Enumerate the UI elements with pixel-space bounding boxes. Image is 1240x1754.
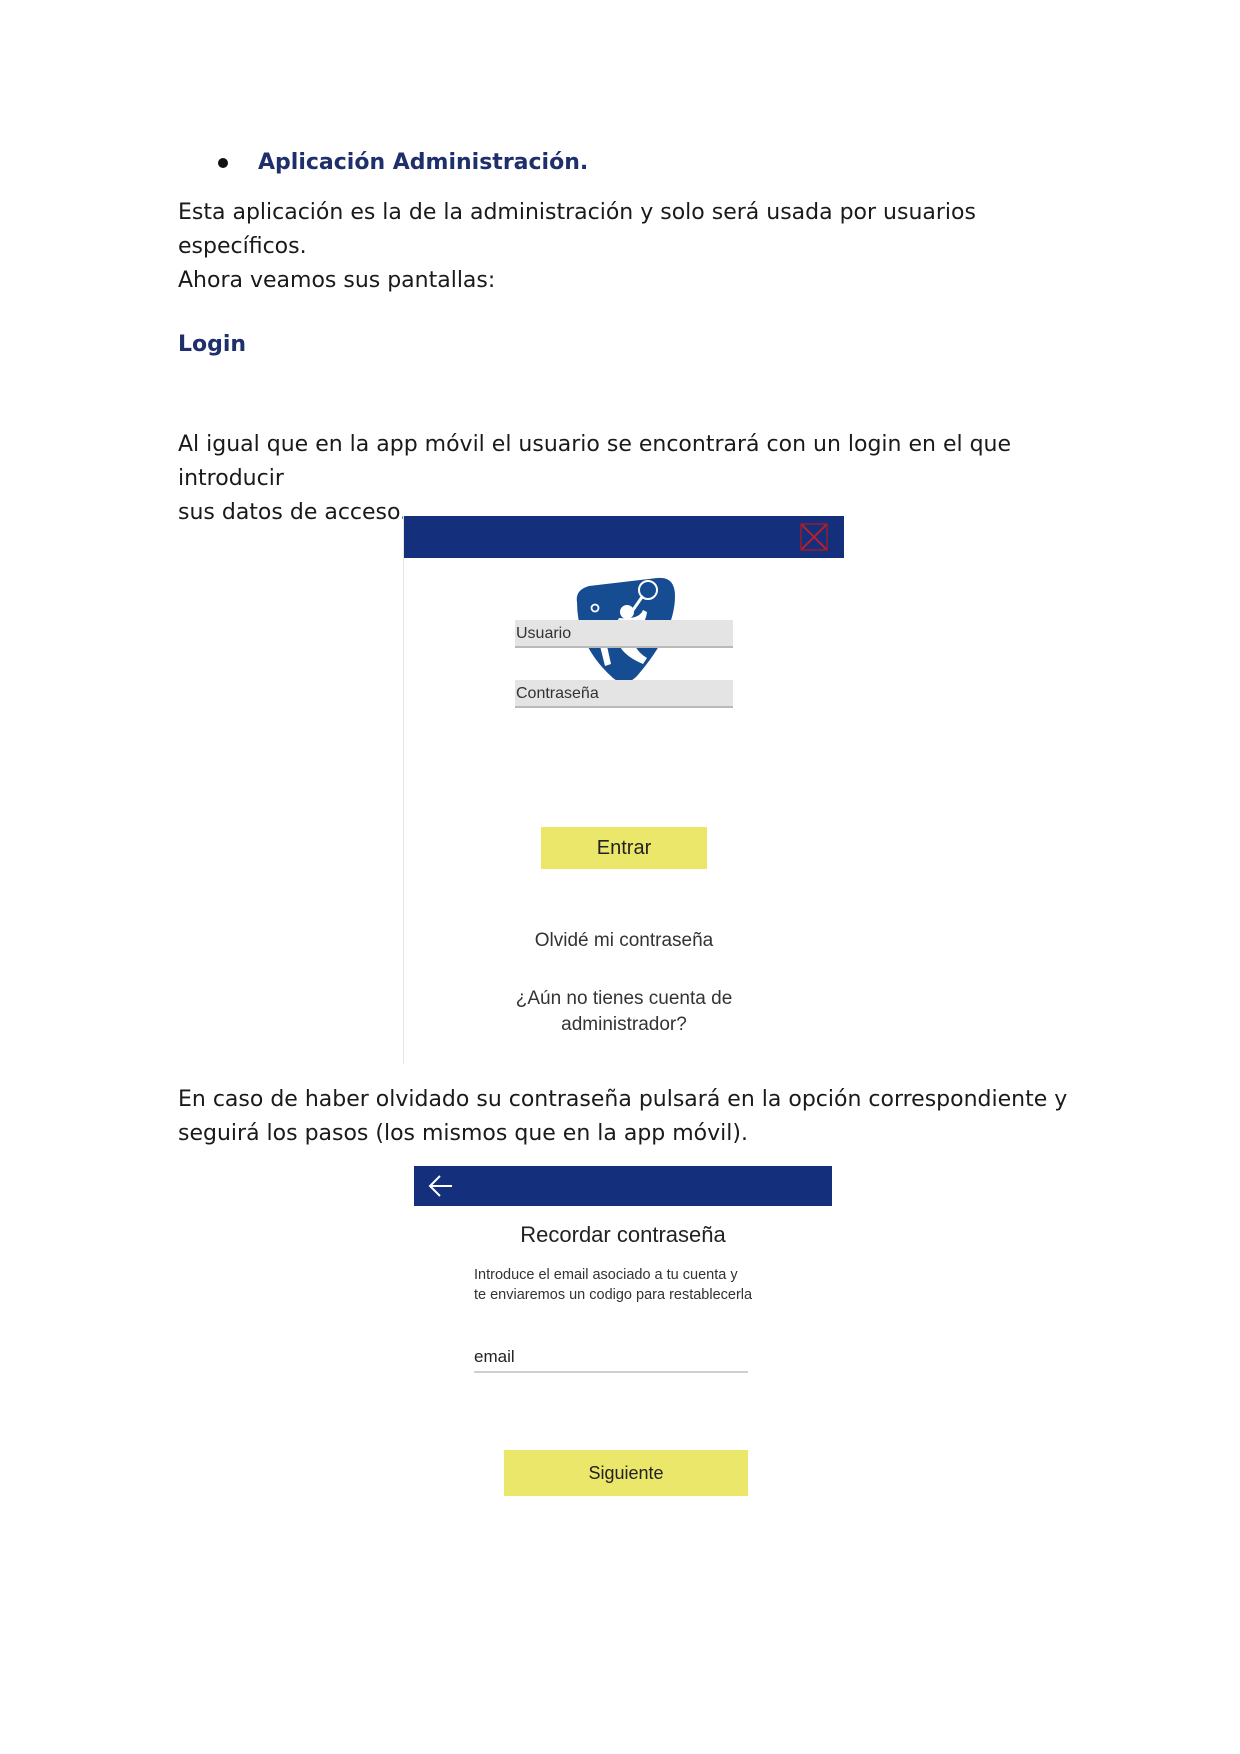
login-screen-screenshot: Usuario Contraseña Entrar Olvidé mi cont… [403, 516, 844, 1064]
forgot-para-line-1: En caso de haber olvidado su contraseña … [178, 1087, 1068, 1112]
recover-title: Recordar contraseña [520, 1222, 726, 1247]
section-bullet-heading: Aplicación Administración. [218, 150, 588, 175]
username-placeholder: Usuario [516, 625, 572, 642]
next-button[interactable]: Siguiente [504, 1450, 748, 1496]
login-topbar [404, 516, 844, 558]
email-placeholder: email [474, 1347, 515, 1366]
register-admin-link[interactable]: ¿Aún no tienes cuenta de administrador? [404, 986, 844, 1038]
username-field[interactable]: Usuario [515, 620, 733, 648]
email-field[interactable]: email [474, 1345, 748, 1373]
register-link-line-2: administrador? [561, 1014, 687, 1035]
register-link-line-1: ¿Aún no tienes cuenta de [515, 988, 733, 1009]
back-arrow-icon[interactable] [428, 1174, 454, 1198]
login-para-line-1: Al igual que en la app móvil el usuario … [178, 432, 1012, 491]
intro-line-1: Esta aplicación es la de la administraci… [178, 200, 976, 259]
forgot-para-line-2: seguirá los pasos (los mismos que en la … [178, 1121, 748, 1146]
forgot-paragraph: En caso de haber olvidado su contraseña … [178, 1083, 1078, 1151]
login-paragraph: Al igual que en la app móvil el usuario … [178, 428, 1078, 530]
recover-desc-line-1: Introduce el email asociado a tu cuenta … [474, 1267, 738, 1283]
intro-line-2: Ahora veamos sus pantallas: [178, 268, 496, 293]
bullet-heading-text: Aplicación Administración. [258, 150, 589, 175]
recover-description: Introduce el email asociado a tu cuenta … [474, 1265, 752, 1305]
login-heading: Login [178, 332, 247, 357]
forgot-password-link[interactable]: Olvidé mi contraseña [404, 930, 844, 952]
recover-topbar [414, 1166, 832, 1206]
intro-paragraph: Esta aplicación es la de la administraci… [178, 196, 1078, 298]
recover-password-screenshot: Recordar contraseña Introduce el email a… [414, 1166, 832, 1496]
close-icon[interactable] [800, 523, 828, 551]
enter-button[interactable]: Entrar [541, 827, 707, 869]
password-field[interactable]: Contraseña [515, 680, 733, 708]
recover-desc-line-2: te enviaremos un codigo para restablecer… [474, 1287, 753, 1303]
password-placeholder: Contraseña [516, 685, 599, 702]
bullet-icon [218, 157, 228, 168]
